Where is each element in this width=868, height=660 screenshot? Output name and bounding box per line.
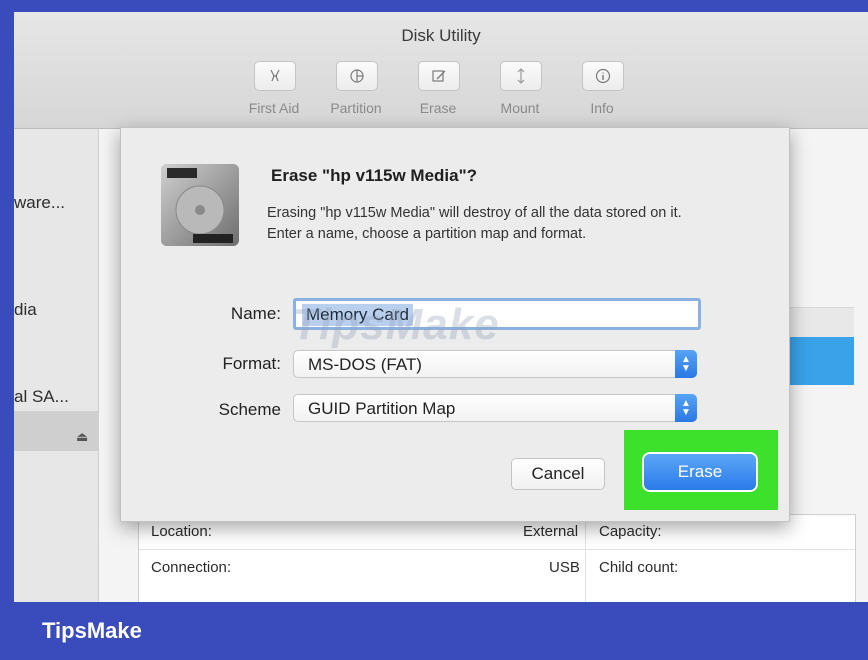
location-label: Location:: [151, 523, 212, 540]
scheme-label: Scheme: [218, 400, 281, 419]
first-aid-button[interactable]: [254, 61, 296, 91]
screenshot-frame: Disk Utility First Aid Partition Erase M…: [0, 0, 868, 660]
format-label: Format:: [222, 354, 281, 373]
scheme-value: GUID Partition Map: [308, 399, 456, 418]
erase-button[interactable]: Erase: [644, 454, 756, 490]
eject-icon[interactable]: ⏏: [76, 429, 88, 445]
connection-value: USB: [549, 559, 580, 576]
table-column-divider: [585, 515, 586, 605]
toolbar: Disk Utility First Aid Partition Erase M…: [14, 12, 868, 129]
location-value: External: [523, 523, 579, 540]
scheme-select[interactable]: GUID Partition Map ▲ ▼: [293, 394, 697, 422]
sidebar-item-hardware[interactable]: ware...: [14, 193, 65, 213]
table-divider: [139, 549, 855, 550]
footer-brand: TipsMake: [42, 618, 142, 643]
info-icon: [595, 68, 611, 84]
erase-label: Erase: [419, 100, 457, 116]
name-label: Name:: [230, 304, 281, 323]
first-aid-label: First Aid: [248, 100, 300, 116]
first-aid-icon: [270, 69, 280, 82]
partition-label: Partition: [330, 100, 382, 116]
mount-button[interactable]: [500, 61, 542, 91]
cancel-button[interactable]: Cancel: [511, 458, 605, 490]
partition-icon: [350, 69, 364, 83]
watermark: TipsMake: [292, 300, 500, 349]
info-label: Info: [590, 100, 614, 116]
sidebar-item-media[interactable]: dia: [14, 300, 37, 320]
erase-toolbar-button[interactable]: [418, 61, 460, 91]
footer-bar: TipsMake: [0, 602, 868, 660]
child-count-label: Child count:: [599, 559, 679, 576]
connection-label: Connection:: [151, 559, 232, 576]
window-title: Disk Utility: [401, 26, 481, 45]
info-button[interactable]: [582, 61, 624, 91]
mount-label: Mount: [500, 100, 540, 116]
chevron-up-down-icon: ▲ ▼: [675, 394, 697, 422]
chevron-up-down-icon: ▲ ▼: [675, 350, 697, 378]
capacity-label: Capacity:: [599, 523, 662, 540]
sidebar: ware... dia al SA... ⏏: [14, 129, 99, 602]
usage-bar: [790, 337, 854, 385]
usage-bar-header: [790, 307, 854, 338]
mount-icon: [517, 68, 525, 84]
info-table: Location: External Capacity: Connection:…: [138, 514, 856, 606]
format-value: MS-DOS (FAT): [308, 355, 422, 374]
format-select[interactable]: MS-DOS (FAT) ▲ ▼: [293, 350, 697, 378]
partition-button[interactable]: [336, 61, 378, 91]
dialog-title: Erase "hp v115w Media"?: [271, 166, 478, 185]
dialog-message: Erasing "hp v115w Media" will destroy of…: [267, 205, 682, 242]
erase-icon: [432, 70, 446, 82]
sidebar-item-serial[interactable]: al SA...: [14, 387, 69, 407]
hard-disk-icon: [161, 164, 239, 246]
